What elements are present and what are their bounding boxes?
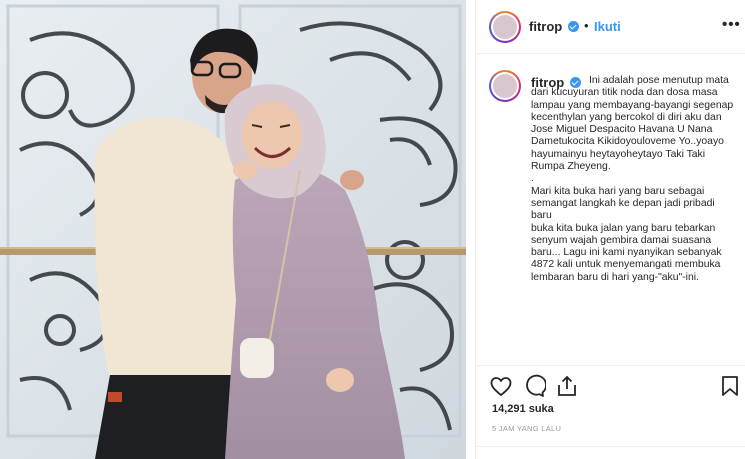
caption-text-block: Ini adalah pose menutup mata dari kucuyu…	[531, 75, 736, 284]
more-options-icon[interactable]: •••	[722, 16, 741, 33]
post-timestamp[interactable]: 5 JAM YANG LALU	[492, 424, 561, 433]
verified-badge-icon	[570, 77, 581, 88]
comment-bar	[476, 446, 745, 459]
share-icon[interactable]	[555, 374, 579, 398]
caption-text: Ini adalah pose menutup mata dari kucuyu…	[531, 75, 734, 283]
separator-dot: •	[584, 18, 589, 33]
instagram-post: fitrop • Ikuti ••• Ini adalah pose menut…	[0, 0, 745, 459]
like-count[interactable]: 14,291 suka	[492, 403, 554, 415]
heart-icon[interactable]	[489, 374, 513, 398]
comment-icon[interactable]	[522, 374, 546, 398]
bookmark-icon[interactable]	[718, 374, 742, 398]
verified-badge-icon	[568, 21, 579, 32]
action-bar: 14,291 suka 5 JAM YANG LALU	[476, 365, 745, 459]
post-header: fitrop • Ikuti •••	[476, 0, 745, 54]
post-side-panel: fitrop • Ikuti ••• Ini adalah pose menut…	[475, 0, 745, 459]
avatar[interactable]	[489, 11, 521, 43]
follow-button[interactable]: Ikuti	[594, 19, 621, 34]
username-link[interactable]: fitrop	[529, 19, 562, 34]
couple-photo-image	[0, 0, 466, 459]
caption-username-link[interactable]: fitrop	[531, 75, 564, 90]
caption-section: Ini adalah pose menutup mata dari kucuyu…	[476, 55, 745, 365]
post-photo[interactable]	[0, 0, 466, 459]
caption-avatar[interactable]	[489, 70, 521, 102]
